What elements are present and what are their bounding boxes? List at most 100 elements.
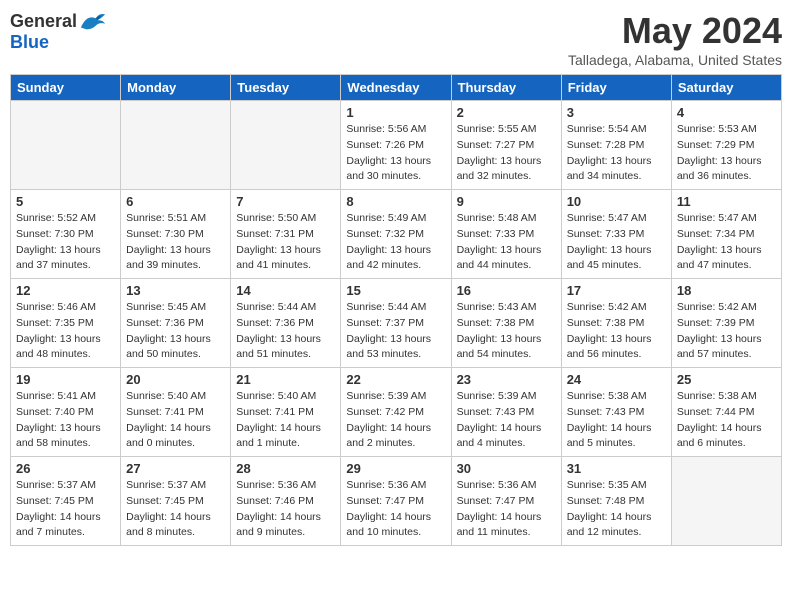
day-info: Sunrise: 5:42 AMSunset: 7:38 PMDaylight:… <box>567 300 666 363</box>
day-info: Sunrise: 5:40 AMSunset: 7:41 PMDaylight:… <box>126 389 225 452</box>
calendar-title: May 2024 <box>568 10 782 52</box>
day-info: Sunrise: 5:37 AMSunset: 7:45 PMDaylight:… <box>16 478 115 541</box>
day-number: 4 <box>677 105 776 120</box>
calendar-cell: 21Sunrise: 5:40 AMSunset: 7:41 PMDayligh… <box>231 368 341 457</box>
day-number: 26 <box>16 461 115 476</box>
day-number: 22 <box>346 372 445 387</box>
calendar-subtitle: Talladega, Alabama, United States <box>568 52 782 68</box>
weekday-header-monday: Monday <box>121 75 231 101</box>
logo-bird-icon <box>79 10 107 32</box>
day-info: Sunrise: 5:39 AMSunset: 7:43 PMDaylight:… <box>457 389 556 452</box>
day-number: 8 <box>346 194 445 209</box>
day-info: Sunrise: 5:47 AMSunset: 7:34 PMDaylight:… <box>677 211 776 274</box>
day-info: Sunrise: 5:43 AMSunset: 7:38 PMDaylight:… <box>457 300 556 363</box>
day-number: 25 <box>677 372 776 387</box>
calendar-cell: 29 Sunrise: 5:36 AMSunset: 7:47 PMDayligh… <box>341 457 451 546</box>
day-number: 19 <box>16 372 115 387</box>
day-number: 18 <box>677 283 776 298</box>
day-number: 5 <box>16 194 115 209</box>
logo: General Blue <box>10 10 107 53</box>
week-row-1: 1 Sunrise: 5:56 AMSunset: 7:26 PMDaylight… <box>11 101 782 190</box>
calendar-cell: 30 Sunrise: 5:36 AMSunset: 7:47 PMDayligh… <box>451 457 561 546</box>
day-number: 23 <box>457 372 556 387</box>
calendar-cell: 15Sunrise: 5:44 AMSunset: 7:37 PMDayligh… <box>341 279 451 368</box>
day-number: 10 <box>567 194 666 209</box>
week-row-4: 19 Sunrise: 5:41 AMSunset: 7:40 PMDayligh… <box>11 368 782 457</box>
calendar-cell: 27Sunrise: 5:37 AMSunset: 7:45 PMDayligh… <box>121 457 231 546</box>
calendar-cell: 24Sunrise: 5:38 AMSunset: 7:43 PMDayligh… <box>561 368 671 457</box>
weekday-header-friday: Friday <box>561 75 671 101</box>
calendar-cell: 25 Sunrise: 5:38 AMSunset: 7:44 PMDayligh… <box>671 368 781 457</box>
day-info: Sunrise: 5:56 AMSunset: 7:26 PMDaylight:… <box>346 122 445 185</box>
calendar-cell: 9Sunrise: 5:48 AMSunset: 7:33 PMDaylight… <box>451 190 561 279</box>
day-info: Sunrise: 5:41 AMSunset: 7:40 PMDaylight:… <box>16 389 115 452</box>
calendar-cell: 1 Sunrise: 5:56 AMSunset: 7:26 PMDaylight… <box>341 101 451 190</box>
day-number: 14 <box>236 283 335 298</box>
calendar-cell: 19 Sunrise: 5:41 AMSunset: 7:40 PMDayligh… <box>11 368 121 457</box>
day-info: Sunrise: 5:36 AMSunset: 7:46 PMDaylight:… <box>236 478 335 541</box>
weekday-header-thursday: Thursday <box>451 75 561 101</box>
weekday-header-row: SundayMondayTuesdayWednesdayThursdayFrid… <box>11 75 782 101</box>
day-number: 17 <box>567 283 666 298</box>
calendar-cell: 5 Sunrise: 5:52 AMSunset: 7:30 PMDaylight… <box>11 190 121 279</box>
calendar-table: SundayMondayTuesdayWednesdayThursdayFrid… <box>10 74 782 546</box>
day-info: Sunrise: 5:42 AMSunset: 7:39 PMDaylight:… <box>677 300 776 363</box>
calendar-cell: 8 Sunrise: 5:49 AMSunset: 7:32 PMDaylight… <box>341 190 451 279</box>
header: General Blue May 2024 Talladega, Alabama… <box>10 10 782 68</box>
day-info: Sunrise: 5:45 AMSunset: 7:36 PMDaylight:… <box>126 300 225 363</box>
day-number: 7 <box>236 194 335 209</box>
calendar-cell: 28 Sunrise: 5:36 AMSunset: 7:46 PMDayligh… <box>231 457 341 546</box>
day-info: Sunrise: 5:44 AMSunset: 7:37 PMDaylight:… <box>346 300 445 363</box>
calendar-cell <box>231 101 341 190</box>
day-info: Sunrise: 5:50 AMSunset: 7:31 PMDaylight:… <box>236 211 335 274</box>
day-info: Sunrise: 5:36 AMSunset: 7:47 PMDaylight:… <box>346 478 445 541</box>
day-info: Sunrise: 5:36 AMSunset: 7:47 PMDaylight:… <box>457 478 556 541</box>
calendar-cell <box>671 457 781 546</box>
day-number: 9 <box>457 194 556 209</box>
day-number: 29 <box>346 461 445 476</box>
day-info: Sunrise: 5:44 AMSunset: 7:36 PMDaylight:… <box>236 300 335 363</box>
day-number: 12 <box>16 283 115 298</box>
calendar-cell: 18 Sunrise: 5:42 AMSunset: 7:39 PMDayligh… <box>671 279 781 368</box>
calendar-cell: 20 Sunrise: 5:40 AMSunset: 7:41 PMDayligh… <box>121 368 231 457</box>
calendar-cell <box>121 101 231 190</box>
logo-blue: Blue <box>10 32 49 52</box>
day-number: 30 <box>457 461 556 476</box>
day-info: Sunrise: 5:40 AMSunset: 7:41 PMDaylight:… <box>236 389 335 452</box>
calendar-cell: 11Sunrise: 5:47 AMSunset: 7:34 PMDayligh… <box>671 190 781 279</box>
calendar-cell: 13Sunrise: 5:45 AMSunset: 7:36 PMDayligh… <box>121 279 231 368</box>
calendar-cell: 14 Sunrise: 5:44 AMSunset: 7:36 PMDayligh… <box>231 279 341 368</box>
day-info: Sunrise: 5:35 AMSunset: 7:48 PMDaylight:… <box>567 478 666 541</box>
day-info: Sunrise: 5:39 AMSunset: 7:42 PMDaylight:… <box>346 389 445 452</box>
weekday-header-saturday: Saturday <box>671 75 781 101</box>
day-info: Sunrise: 5:54 AMSunset: 7:28 PMDaylight:… <box>567 122 666 185</box>
week-row-2: 5 Sunrise: 5:52 AMSunset: 7:30 PMDaylight… <box>11 190 782 279</box>
calendar-cell <box>11 101 121 190</box>
day-info: Sunrise: 5:53 AMSunset: 7:29 PMDaylight:… <box>677 122 776 185</box>
day-info: Sunrise: 5:49 AMSunset: 7:32 PMDaylight:… <box>346 211 445 274</box>
calendar-cell: 31 Sunrise: 5:35 AMSunset: 7:48 PMDayligh… <box>561 457 671 546</box>
day-info: Sunrise: 5:38 AMSunset: 7:44 PMDaylight:… <box>677 389 776 452</box>
day-number: 6 <box>126 194 225 209</box>
logo-general: General <box>10 11 77 32</box>
day-number: 27 <box>126 461 225 476</box>
calendar-cell: 6Sunrise: 5:51 AMSunset: 7:30 PMDaylight… <box>121 190 231 279</box>
calendar-cell: 16 Sunrise: 5:43 AMSunset: 7:38 PMDayligh… <box>451 279 561 368</box>
calendar-cell: 2 Sunrise: 5:55 AMSunset: 7:27 PMDaylight… <box>451 101 561 190</box>
day-number: 2 <box>457 105 556 120</box>
title-area: May 2024 Talladega, Alabama, United Stat… <box>568 10 782 68</box>
week-row-5: 26 Sunrise: 5:37 AMSunset: 7:45 PMDayligh… <box>11 457 782 546</box>
weekday-header-tuesday: Tuesday <box>231 75 341 101</box>
day-number: 24 <box>567 372 666 387</box>
day-number: 28 <box>236 461 335 476</box>
day-info: Sunrise: 5:55 AMSunset: 7:27 PMDaylight:… <box>457 122 556 185</box>
day-info: Sunrise: 5:52 AMSunset: 7:30 PMDaylight:… <box>16 211 115 274</box>
calendar-cell: 12Sunrise: 5:46 AMSunset: 7:35 PMDayligh… <box>11 279 121 368</box>
day-number: 20 <box>126 372 225 387</box>
day-number: 16 <box>457 283 556 298</box>
day-number: 1 <box>346 105 445 120</box>
calendar-cell: 3Sunrise: 5:54 AMSunset: 7:28 PMDaylight… <box>561 101 671 190</box>
calendar-cell: 17 Sunrise: 5:42 AMSunset: 7:38 PMDayligh… <box>561 279 671 368</box>
calendar-cell: 26 Sunrise: 5:37 AMSunset: 7:45 PMDayligh… <box>11 457 121 546</box>
day-number: 31 <box>567 461 666 476</box>
